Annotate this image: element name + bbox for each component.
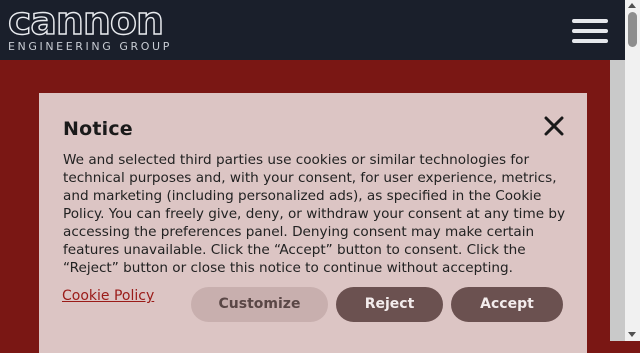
reject-button[interactable]: Reject [336,287,443,322]
notice-body-text: We and selected third parties use cookie… [63,152,566,276]
scroll-down-arrow-icon[interactable] [628,332,636,337]
accept-button[interactable]: Accept [451,287,563,322]
customize-button[interactable]: Customize [191,287,328,322]
close-icon[interactable] [543,115,565,137]
svg-text:cannon: cannon [8,4,163,40]
notice-title: Notice [63,118,133,140]
cookie-notice-dialog: Notice We and selected third parties use… [39,93,587,353]
scroll-up-arrow-icon[interactable] [628,3,636,8]
company-logo[interactable]: cannon [8,4,164,40]
page-right-gutter [610,60,625,341]
site-header: cannon ENGINEERING GROUP [0,0,625,60]
logo-subtitle: ENGINEERING GROUP [8,40,172,53]
vertical-scrollbar[interactable] [625,0,640,341]
cookie-policy-link[interactable]: Cookie Policy [62,288,154,304]
hamburger-menu-icon[interactable] [572,19,608,43]
scrollbar-thumb[interactable] [628,12,637,47]
